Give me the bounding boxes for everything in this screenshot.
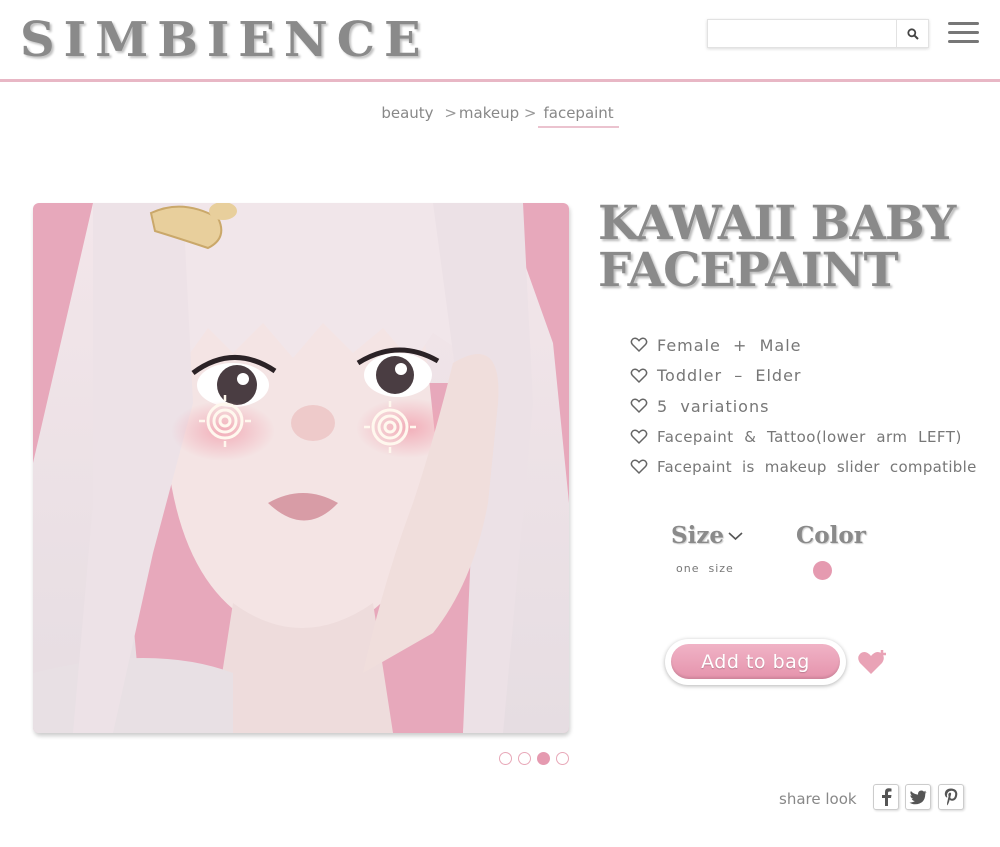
search-input[interactable] xyxy=(708,20,896,47)
feature-text: Facepaint & Tattoo(lower arm LEFT) xyxy=(657,427,962,446)
share-label: share look xyxy=(779,790,857,808)
heart-outline-icon xyxy=(630,459,648,475)
feature-list: Female + Male Toddler – Elder 5 variatio… xyxy=(630,330,977,483)
product-photo xyxy=(33,203,569,733)
heart-outline-icon xyxy=(630,368,648,383)
breadcrumb: beauty > makeup > facepaint xyxy=(0,104,1000,128)
size-dropdown[interactable]: Size xyxy=(671,522,743,549)
breadcrumb-beauty[interactable]: beauty xyxy=(381,104,433,122)
gallery-dot-2[interactable] xyxy=(518,752,531,765)
site-header: SIMBIENCE xyxy=(0,0,1000,82)
breadcrumb-facepaint[interactable]: facepaint xyxy=(538,104,619,128)
feature-item: 5 variations xyxy=(630,391,977,422)
breadcrumb-makeup[interactable]: makeup xyxy=(459,104,519,122)
search-icon xyxy=(906,27,919,40)
feature-text: Toddler – Elder xyxy=(657,366,802,386)
share-pinterest-button[interactable] xyxy=(938,784,964,810)
feature-text: 5 variations xyxy=(657,396,770,416)
site-logo[interactable]: SIMBIENCE xyxy=(20,12,430,68)
breadcrumb-separator: > xyxy=(523,104,537,122)
heart-plus-icon xyxy=(858,650,886,674)
feature-item: Facepaint is makeup slider compatible xyxy=(630,452,977,483)
search-button[interactable] xyxy=(896,20,928,47)
color-label: Color xyxy=(796,522,866,549)
chevron-down-icon xyxy=(728,531,743,540)
breadcrumb-separator: > xyxy=(444,104,457,122)
share-facebook-button[interactable] xyxy=(873,784,899,810)
heart-outline-icon xyxy=(630,337,648,353)
color-swatch-pink[interactable] xyxy=(813,561,832,580)
feature-item: Facepaint & Tattoo(lower arm LEFT) xyxy=(630,422,977,453)
share-twitter-button[interactable] xyxy=(905,784,931,810)
heart-outline-icon xyxy=(630,398,648,414)
size-value: one size xyxy=(676,562,734,575)
twitter-icon xyxy=(909,790,927,804)
product-title: KAWAII BABY FACEPAINT xyxy=(598,200,978,294)
hamburger-menu-button[interactable] xyxy=(948,20,980,46)
feature-item: Toddler – Elder xyxy=(630,361,977,392)
gallery-pagination xyxy=(499,752,569,765)
facebook-icon xyxy=(882,788,892,806)
add-to-bag-button[interactable]: Add to bag xyxy=(671,644,840,679)
feature-text: Female + Male xyxy=(657,335,802,355)
product-title-line1: KAWAII BABY xyxy=(598,196,956,251)
product-image[interactable] xyxy=(33,203,569,733)
size-label: Size xyxy=(671,522,725,549)
heart-outline-icon xyxy=(630,429,648,444)
pinterest-icon xyxy=(944,788,958,806)
add-to-bag-wrapper: Add to bag xyxy=(665,639,846,685)
feature-text: Facepaint is makeup slider compatible xyxy=(657,458,977,477)
feature-item: Female + Male xyxy=(630,330,977,361)
wishlist-button[interactable] xyxy=(856,647,890,677)
gallery-dot-1[interactable] xyxy=(499,752,512,765)
hamburger-menu-icon xyxy=(948,22,979,25)
gallery-dot-3[interactable] xyxy=(537,752,550,765)
gallery-dot-4[interactable] xyxy=(556,752,569,765)
product-title-line2: FACEPAINT xyxy=(598,243,899,298)
search-bar xyxy=(707,19,929,48)
